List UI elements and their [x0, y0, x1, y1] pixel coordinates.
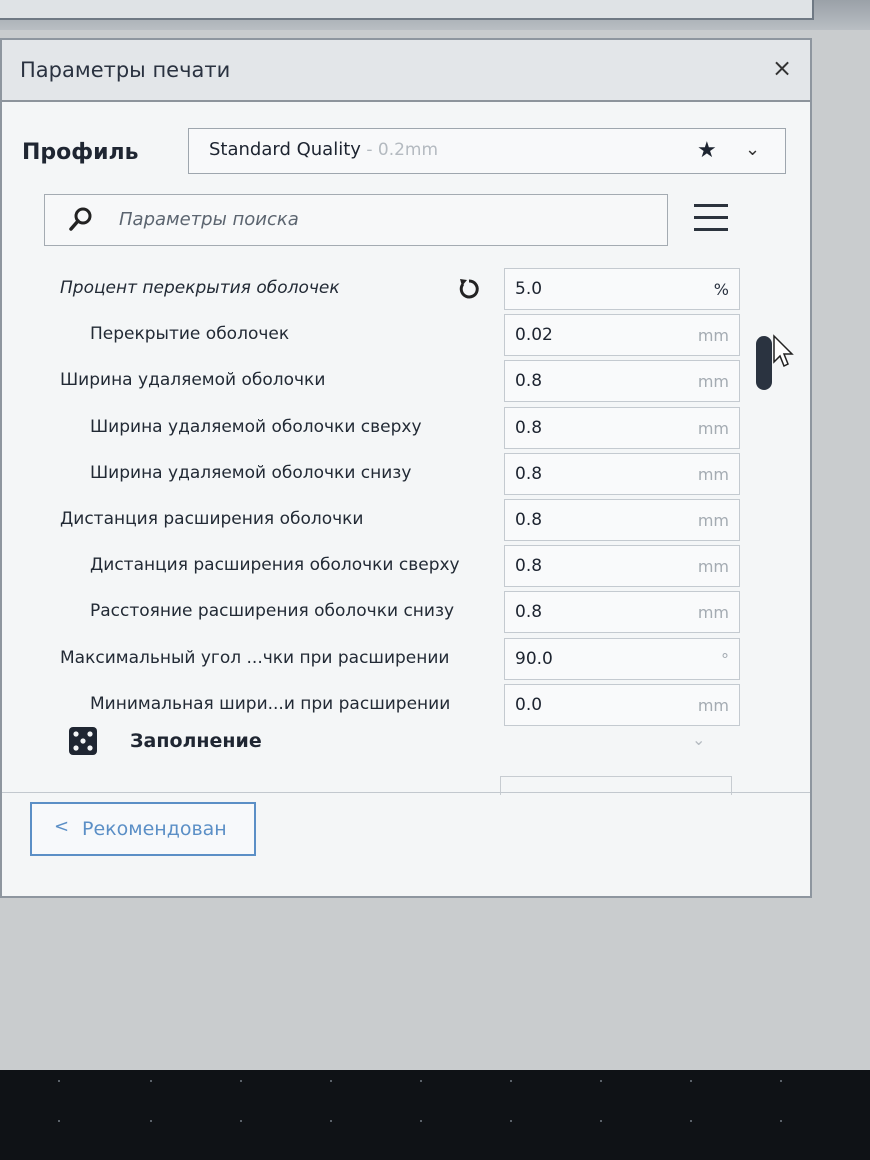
hamburger-menu-icon[interactable]: [694, 204, 728, 238]
setting-value: 0.8: [515, 510, 543, 530]
list-bottom-divider: [2, 792, 810, 793]
setting-label: Перекрытие оболочек: [90, 324, 290, 344]
setting-unit: mm: [697, 465, 729, 484]
setting-value: 0.8: [515, 418, 543, 438]
bezel-dot: [780, 1080, 782, 1082]
reset-icon[interactable]: [456, 276, 482, 302]
setting-row: Перекрытие оболочек 0.02 mm: [2, 312, 810, 358]
setting-row: Расстояние расширения оболочки снизу 0.8 m…: [2, 589, 810, 635]
bezel-dot: [240, 1120, 242, 1122]
setting-label: Максимальный угол ...чки при расширении: [60, 648, 450, 668]
monitor-bezel: [0, 1070, 870, 1160]
section-infill-title: Заполнение: [130, 730, 262, 752]
setting-unit: %: [713, 280, 729, 299]
bezel-dot: [150, 1080, 152, 1082]
setting-value: 0.0: [515, 695, 543, 715]
setting-value: 5.0: [515, 279, 543, 299]
favorite-star-icon[interactable]: ★: [697, 138, 717, 163]
setting-value: 0.8: [515, 464, 543, 484]
setting-unit: mm: [697, 326, 729, 345]
setting-value-input[interactable]: 0.02 mm: [504, 314, 740, 356]
bezel-dot: [58, 1120, 60, 1122]
setting-row: Процент перекрытия оболочек 5.0%: [2, 266, 810, 312]
setting-row: Ширина удаляемой оболочки сверху 0.8 mm: [2, 405, 810, 451]
setting-label: Ширина удаляемой оболочки снизу: [90, 463, 412, 483]
bezel-dot: [330, 1120, 332, 1122]
print-settings-panel: Параметры печати × Профиль Standard Qual…: [0, 38, 812, 898]
section-infill[interactable]: Заполнение ⌄: [2, 724, 810, 764]
setting-row: Дистанция расширения оболочки сверху 0.8 m…: [2, 543, 810, 589]
setting-label: Минимальная шири...и при расширении: [90, 694, 451, 714]
setting-label: Ширина удаляемой оболочки: [60, 370, 326, 390]
setting-label: Дистанция расширения оболочки сверху: [90, 555, 460, 575]
settings-scrollbar[interactable]: [756, 336, 772, 390]
setting-row: Максимальный угол ...чки при расширении 9…: [2, 636, 810, 682]
chevron-down-icon[interactable]: ⌄: [745, 139, 760, 160]
setting-unit: mm: [697, 419, 729, 438]
setting-label: Процент перекрытия оболочек: [60, 278, 340, 298]
search-placeholder: Параметры поиска: [119, 209, 299, 230]
search-icon: [69, 207, 92, 231]
bezel-dot: [58, 1080, 60, 1082]
setting-value-input[interactable]: 0.8 mm: [504, 453, 740, 495]
bezel-dot: [510, 1080, 512, 1082]
setting-value: 90.0: [515, 649, 553, 669]
bezel-dot: [330, 1080, 332, 1082]
bezel-dot: [690, 1120, 692, 1122]
bezel-dot: [510, 1120, 512, 1122]
setting-value-input[interactable]: 90.0 °: [504, 638, 740, 680]
recommended-button-label: Рекомендован: [82, 818, 227, 840]
setting-value-input[interactable]: 0.8 mm: [504, 591, 740, 633]
setting-row: Ширина удаляемой оболочки 0.8 mm: [2, 358, 810, 404]
setting-unit: mm: [697, 557, 729, 576]
bezel-dot: [780, 1120, 782, 1122]
panel-titlebar: Параметры печати ×: [2, 40, 810, 102]
setting-label: Дистанция расширения оболочки: [60, 509, 364, 529]
search-settings-input[interactable]: Параметры поиска: [44, 194, 668, 246]
bezel-dot: [690, 1080, 692, 1082]
setting-value: 0.8: [515, 371, 543, 391]
chevron-down-icon[interactable]: ⌄: [692, 730, 705, 749]
infill-icon: [69, 727, 97, 755]
bezel-dot: [600, 1120, 602, 1122]
setting-row: Минимальная шири...и при расширении 0.0 mm: [2, 682, 810, 728]
setting-unit: mm: [697, 372, 729, 391]
setting-unit: °: [721, 650, 729, 669]
setting-unit: mm: [697, 511, 729, 530]
close-icon[interactable]: ×: [768, 54, 796, 82]
setting-value-input[interactable]: 0.8 mm: [504, 407, 740, 449]
bezel-dot: [420, 1080, 422, 1082]
panel-title: Параметры печати: [20, 58, 231, 82]
setting-value: 0.8: [515, 556, 543, 576]
setting-row: Ширина удаляемой оболочки снизу 0.8 mm: [2, 451, 810, 497]
setting-value-input[interactable]: 5.0%: [504, 268, 740, 310]
setting-label: Расстояние расширения оболочки снизу: [90, 601, 455, 621]
profile-name: Standard Quality - 0.2mm: [209, 139, 439, 160]
setting-value-input[interactable]: 0.0 mm: [504, 684, 740, 726]
bezel-dot: [240, 1080, 242, 1082]
background-window-bar: [0, 0, 814, 20]
setting-row: Дистанция расширения оболочки 0.8 mm: [2, 497, 810, 543]
profile-layer-height: - 0.2mm: [360, 140, 439, 160]
recommended-mode-button[interactable]: < Рекомендован: [30, 802, 256, 856]
bezel-dot: [150, 1120, 152, 1122]
setting-label: Ширина удаляемой оболочки сверху: [90, 417, 422, 437]
setting-value: 0.8: [515, 602, 543, 622]
chevron-left-icon: <: [54, 816, 70, 837]
background-window-strip: [0, 0, 870, 30]
mouse-cursor-icon: [773, 334, 794, 368]
setting-unit: mm: [697, 603, 729, 622]
setting-value-input[interactable]: 0.8 mm: [504, 499, 740, 541]
setting-value-input[interactable]: 0.8 mm: [504, 360, 740, 402]
bezel-dot: [600, 1080, 602, 1082]
setting-value: 0.02: [515, 325, 553, 345]
bezel-dot: [420, 1120, 422, 1122]
setting-value-input[interactable]: 0.8 mm: [504, 545, 740, 587]
profile-dropdown[interactable]: Standard Quality - 0.2mm ★ ⌄: [188, 128, 786, 174]
profile-label: Профиль: [22, 140, 139, 165]
setting-unit: mm: [697, 696, 729, 715]
